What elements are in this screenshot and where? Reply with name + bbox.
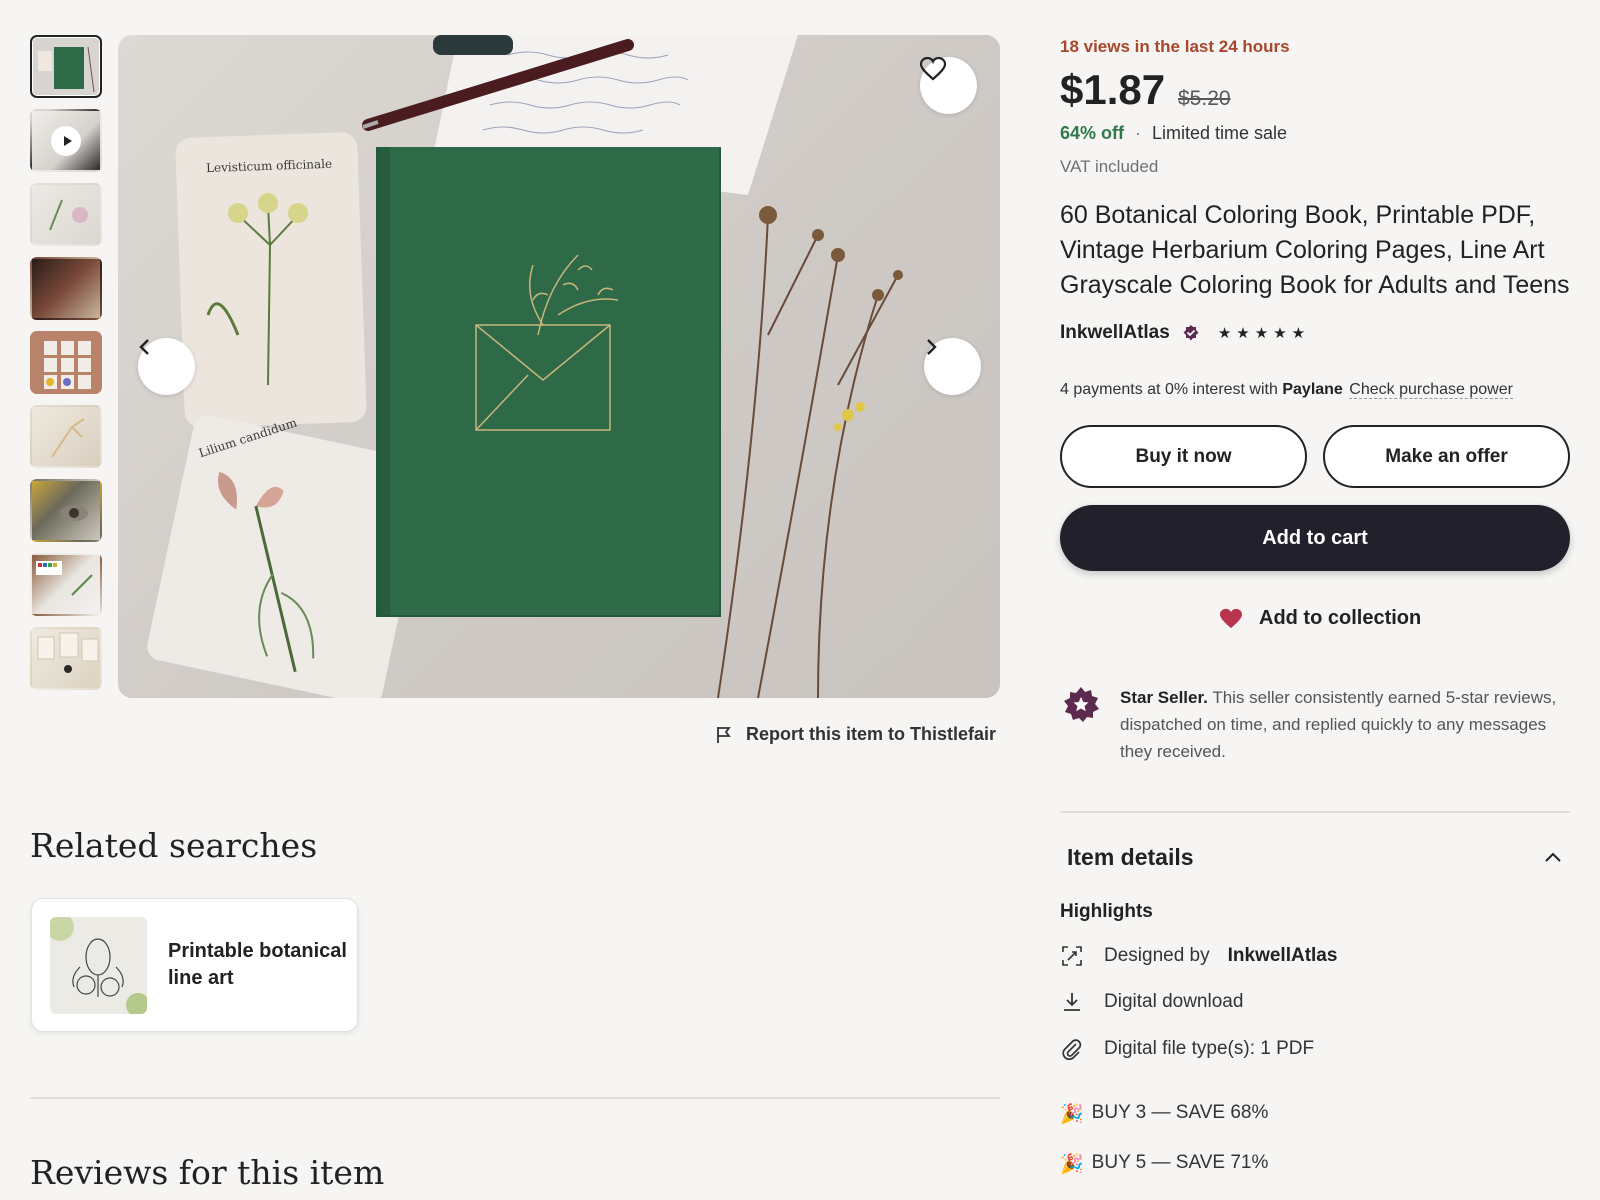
report-item-label: Report this item to Thistlefair xyxy=(746,724,997,744)
star-icon: ★ xyxy=(1273,325,1287,342)
download-icon xyxy=(1060,991,1084,1013)
vat-note: VAT included xyxy=(1060,157,1159,176)
payments-provider: Paylane xyxy=(1282,381,1343,398)
discount-label: 64% off xyxy=(1060,123,1125,143)
add-to-collection-button[interactable]: Add to collection xyxy=(1219,607,1421,630)
chevron-up-icon xyxy=(1545,852,1561,862)
star-seller-title: Star Seller. xyxy=(1120,688,1208,707)
current-price: $1.87 xyxy=(1060,66,1166,113)
thumbnail-table[interactable] xyxy=(30,257,102,320)
download-label: Digital download xyxy=(1104,991,1244,1012)
next-image-button[interactable] xyxy=(924,338,981,395)
designed-by-label: Designed by xyxy=(1104,945,1210,966)
related-search-label: Printable botanical line art xyxy=(168,940,347,989)
verified-badge-icon xyxy=(1183,325,1199,341)
star-icon: ★ xyxy=(1217,325,1232,342)
heart-outline-icon xyxy=(920,57,946,81)
item-details-toggle[interactable]: Item details xyxy=(1060,840,1570,874)
main-product-image: Levisticum officinale Lilium candidum xyxy=(118,35,1000,698)
payments-text: 4 payments at 0% interest with xyxy=(1060,381,1278,398)
paperclip-icon xyxy=(1060,1038,1084,1060)
separator-dot: · xyxy=(1135,123,1142,143)
rating-stars[interactable]: ★ ★ ★ ★ ★ xyxy=(1218,324,1305,342)
star-icon: ★ xyxy=(1291,325,1306,342)
item-details-heading: Item details xyxy=(1067,843,1194,870)
designed-by-icon xyxy=(1060,945,1084,967)
report-item-link[interactable]: Report this item to Thistlefair xyxy=(716,724,996,745)
thumbnail-strip xyxy=(30,35,103,690)
chevron-left-icon xyxy=(139,339,149,355)
add-to-cart-button[interactable]: Add to cart xyxy=(1060,505,1570,571)
product-photo: Levisticum officinale Lilium candidum xyxy=(147,35,903,698)
sale-label: Limited time sale xyxy=(1152,123,1288,143)
related-search-thumbnail xyxy=(50,916,147,1014)
promo-text: BUY 3 — SAVE 68% xyxy=(1091,1102,1269,1123)
flag-icon xyxy=(717,726,731,743)
thumbnail-flower[interactable] xyxy=(30,405,102,468)
favorite-button[interactable] xyxy=(920,57,977,114)
designed-by-shop-link[interactable]: InkwellAtlas xyxy=(1228,945,1338,967)
highlights-title: Highlights xyxy=(1060,901,1153,922)
listing-title: 60 Botanical Coloring Book, Printable PD… xyxy=(1060,201,1570,299)
play-icon xyxy=(51,125,81,156)
heart-filled-icon xyxy=(1220,608,1242,628)
related-searches-title: Related searches xyxy=(30,826,318,865)
highlight-download: Digital download xyxy=(1060,991,1243,1013)
make-offer-button[interactable]: Make an offer xyxy=(1323,425,1570,488)
file-types-label: Digital file type(s): 1 PDF xyxy=(1104,1038,1315,1059)
promo-buy-3: 🎉 BUY 3 — SAVE 68% xyxy=(1060,1102,1268,1126)
check-purchase-power-link[interactable]: Check purchase power xyxy=(1349,381,1513,399)
thumbnail-prints[interactable] xyxy=(30,627,102,690)
payments-info: 4 payments at 0% interest with Paylane C… xyxy=(1060,381,1513,399)
related-search-card[interactable]: Printable botanical line art xyxy=(31,898,358,1032)
reviews-title: Reviews for this item xyxy=(30,1153,385,1192)
shop-name-link[interactable]: InkwellAtlas xyxy=(1060,322,1170,344)
original-price: $5.20 xyxy=(1178,87,1231,110)
views-count: 18 views in the last 24 hours xyxy=(1060,37,1290,56)
section-divider xyxy=(1060,811,1570,813)
thumbnail-eye[interactable] xyxy=(30,479,102,542)
star-icon: ★ xyxy=(1254,325,1269,342)
party-popper-icon: 🎉 xyxy=(1060,1154,1084,1175)
thumbnail-video[interactable] xyxy=(30,109,102,172)
highlight-designed-by: Designed by InkwellAtlas xyxy=(1060,945,1337,967)
section-divider xyxy=(30,1097,1000,1099)
star-seller-info: Star Seller. This seller consistently ea… xyxy=(1060,684,1570,765)
thumbnail-paints[interactable] xyxy=(30,553,102,616)
highlight-file-types: Digital file type(s): 1 PDF xyxy=(1060,1038,1314,1060)
promo-text: BUY 5 — SAVE 71% xyxy=(1091,1152,1269,1173)
chevron-right-icon xyxy=(927,339,937,355)
party-popper-icon: 🎉 xyxy=(1060,1104,1084,1125)
thumbnail-cover[interactable] xyxy=(30,35,102,98)
buy-now-button[interactable]: Buy it now xyxy=(1060,425,1307,488)
add-to-collection-label: Add to collection xyxy=(1259,607,1422,629)
star-seller-badge-icon xyxy=(1064,687,1099,722)
promo-buy-5: 🎉 BUY 5 — SAVE 71% xyxy=(1060,1152,1268,1176)
thumbnail-pages[interactable] xyxy=(30,183,102,246)
star-icon: ★ xyxy=(1236,325,1250,342)
sale-info: 64% off · Limited time sale xyxy=(1060,123,1287,144)
previous-image-button[interactable] xyxy=(138,338,195,395)
thumbnail-grid[interactable] xyxy=(30,331,102,394)
star-seller-text: Star Seller. This seller consistently ea… xyxy=(1120,684,1570,765)
shop-row: InkwellAtlas ★ ★ ★ ★ ★ xyxy=(1060,322,1305,344)
